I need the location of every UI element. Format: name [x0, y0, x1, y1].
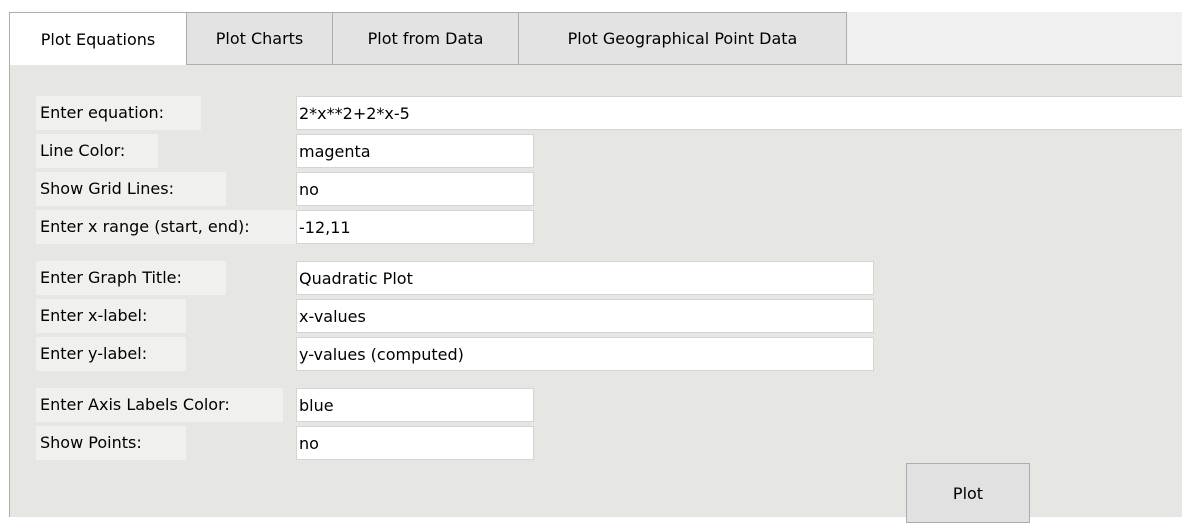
tab-label: Plot Geographical Point Data [567, 29, 798, 48]
graph-title-label: Enter Graph Title: [36, 261, 226, 295]
tab-label: Plot Charts [215, 29, 304, 48]
y-label-input[interactable] [296, 337, 874, 371]
line-color-label: Line Color: [36, 134, 158, 168]
y-label-label: Enter y-label: [36, 337, 186, 371]
tab-plot-equations[interactable]: Plot Equations [9, 12, 187, 65]
show-points-label: Show Points: [36, 426, 186, 460]
show-grid-lines-input[interactable] [296, 172, 534, 206]
equation-label: Enter equation: [36, 96, 201, 130]
x-label-label: Enter x-label: [36, 299, 186, 333]
x-range-label: Enter x range (start, end): [36, 210, 296, 244]
axis-labels-color-input[interactable] [296, 388, 534, 422]
tab-plot-charts[interactable]: Plot Charts [186, 12, 333, 64]
equation-input[interactable] [296, 96, 1182, 130]
plot-button[interactable]: Plot [906, 463, 1030, 523]
show-grid-lines-label: Show Grid Lines: [36, 172, 226, 206]
x-label-input[interactable] [296, 299, 874, 333]
graph-title-input[interactable] [296, 261, 874, 295]
axis-labels-color-label: Enter Axis Labels Color: [36, 388, 283, 422]
line-color-input[interactable] [296, 134, 534, 168]
tab-label: Plot from Data [367, 29, 484, 48]
tab-plot-from-data[interactable]: Plot from Data [332, 12, 519, 64]
tab-plot-geographical-point-data[interactable]: Plot Geographical Point Data [518, 12, 847, 64]
tab-bar: Plot Equations Plot Charts Plot from Dat… [9, 12, 1182, 65]
show-points-input[interactable] [296, 426, 534, 460]
x-range-input[interactable] [296, 210, 534, 244]
tab-label: Plot Equations [40, 29, 156, 49]
